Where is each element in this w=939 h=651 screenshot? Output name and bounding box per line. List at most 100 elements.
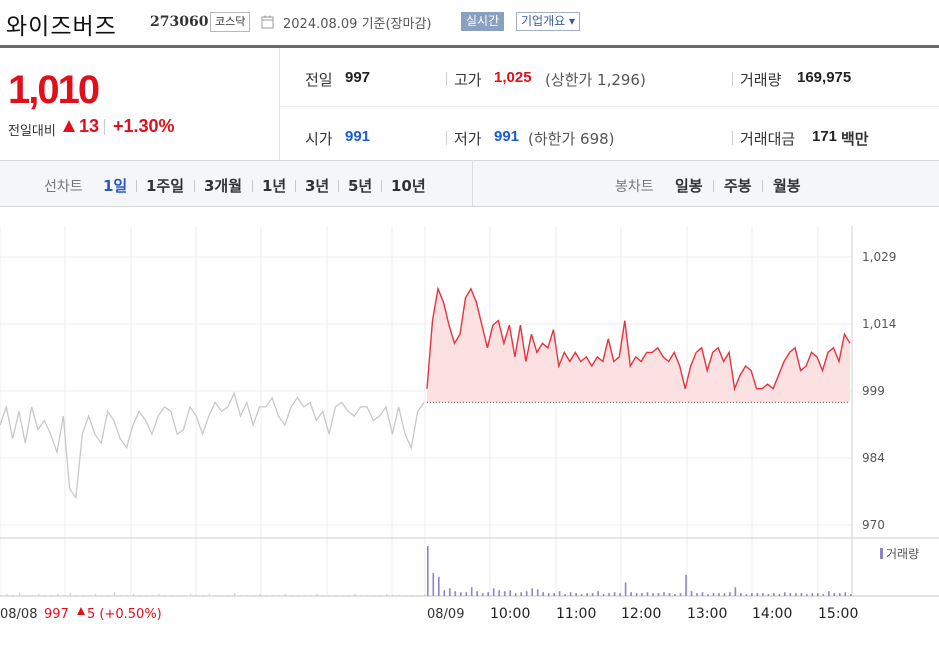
- volume-bar-today: [668, 593, 671, 596]
- volume-bar-today: [427, 546, 429, 596]
- volume-bar-today: [729, 592, 731, 596]
- volume-bar-prev: [234, 593, 236, 596]
- volume-bar-prev: [360, 595, 362, 596]
- prev-close-value: 997: [44, 607, 69, 622]
- volume-bar-today: [701, 592, 704, 596]
- volume-bar-prev: [348, 595, 350, 596]
- tab-daily-candle[interactable]: 일봉: [675, 175, 703, 196]
- volume-bar-prev: [63, 595, 65, 596]
- tab-weekly-candle[interactable]: 주봉: [724, 175, 752, 196]
- volume-bar-today: [503, 591, 506, 596]
- volume-bar-today: [811, 593, 814, 596]
- volume-bar-prev: [82, 595, 84, 596]
- high-label: 고가: [454, 71, 482, 89]
- change-separator: [104, 119, 105, 135]
- low-label: 저가: [454, 130, 482, 148]
- tab-separator: [194, 180, 195, 192]
- volume-bar-today: [624, 582, 627, 596]
- volume-bar-today: [756, 593, 759, 596]
- volume-bar-today: [707, 594, 709, 596]
- volume-bar-today: [564, 594, 566, 596]
- volume-bar-today: [481, 593, 484, 596]
- market-badge: 코스닥: [210, 12, 251, 32]
- volume-bar-prev: [316, 594, 318, 596]
- volume-bar-prev: [75, 595, 78, 596]
- realtime-badge[interactable]: 실시간: [461, 12, 505, 31]
- tab-separator: [381, 180, 382, 192]
- stats-separator: [446, 72, 447, 86]
- volume-bar-today: [690, 591, 693, 596]
- current-price: 1,010: [8, 68, 100, 112]
- calendar-icon: [261, 15, 274, 29]
- y-tick-label: 1,014: [862, 317, 896, 331]
- stock-code: 273060: [150, 14, 209, 30]
- chart-grid: [0, 226, 939, 597]
- volume-bar-today: [525, 591, 528, 596]
- tab-monthly-candle[interactable]: 월봉: [773, 175, 801, 196]
- volume-bar-today: [795, 593, 797, 596]
- tab-1day[interactable]: 1일: [103, 175, 127, 196]
- volume-bar-prev: [291, 595, 293, 596]
- amount-label: 거래대금: [740, 130, 796, 148]
- company-overview-button[interactable]: 기업개요 ▾: [516, 12, 580, 31]
- volume-bar-today: [646, 592, 649, 596]
- y-tick-label: 970: [862, 518, 885, 532]
- stats-separator: [446, 131, 447, 145]
- volume-bar-prev: [94, 594, 97, 596]
- tab-3month[interactable]: 3개월: [204, 175, 242, 196]
- volume-bar-prev: [158, 594, 160, 596]
- volume-bar-prev: [183, 595, 185, 596]
- x-tick-label: 15:00: [818, 606, 858, 622]
- tab-10year[interactable]: 10년: [391, 175, 426, 196]
- volume-bar-prev: [19, 593, 21, 596]
- prev-day-series: [0, 391, 425, 500]
- volume-bar-today: [487, 592, 489, 596]
- tab-5year[interactable]: 5년: [348, 175, 372, 196]
- volume-bar-today: [674, 594, 676, 596]
- volume-bar-today: [630, 592, 632, 596]
- volume-bar-prev: [398, 595, 400, 596]
- volume-bar-prev: [329, 595, 331, 596]
- volume-bar-today: [822, 594, 825, 596]
- volume-bar-today: [443, 590, 446, 596]
- x-tick-label: 14:00: [752, 606, 792, 622]
- volume-bar-today: [817, 593, 819, 596]
- tab-3year[interactable]: 3년: [305, 175, 329, 196]
- amount-value: 171: [812, 128, 838, 145]
- change-label: 전일대비: [8, 124, 56, 139]
- volume-bar-today: [465, 592, 468, 596]
- open-label: 시가: [305, 130, 333, 148]
- volume-bar-today: [789, 593, 792, 596]
- lower-limit: (하한가 698): [528, 130, 615, 148]
- header-rule: [0, 45, 939, 48]
- volume-bar-today: [542, 592, 544, 596]
- volume-bar-prev: [373, 595, 375, 596]
- tab-separator: [762, 180, 763, 192]
- stats-separator: [732, 72, 733, 86]
- volume-label: 거래량: [740, 71, 782, 89]
- volume-bar-prev: [253, 595, 255, 596]
- volume-bar-prev: [278, 595, 280, 596]
- volume-bar-prev: [38, 594, 40, 596]
- volume-bar-prev: [379, 595, 381, 596]
- volume-bar-today: [498, 590, 500, 596]
- volume-bar-today: [531, 588, 533, 596]
- volume-bar-today: [641, 593, 643, 596]
- volume-bar-today: [492, 588, 495, 596]
- volume-bar-prev: [367, 595, 369, 596]
- prev-close-label: 전일: [305, 71, 333, 89]
- volume-bar-today: [850, 594, 852, 596]
- candle-chart-label: 봉차트: [615, 179, 654, 195]
- tab-1week[interactable]: 1주일: [146, 175, 184, 196]
- tab-separator: [338, 180, 339, 192]
- prev-close-value: 997: [345, 69, 371, 86]
- volume-bar-prev: [44, 595, 46, 596]
- volume-bar-today: [723, 593, 726, 596]
- volume-bar-prev: [69, 593, 71, 596]
- volume-chart: 거래량: [0, 546, 919, 596]
- tab-1year[interactable]: 1년: [262, 175, 286, 196]
- volume-bar-prev: [196, 595, 198, 596]
- volume-bar-prev: [50, 595, 52, 596]
- volume-bar-today: [509, 590, 511, 596]
- tab-group-divider: [472, 161, 473, 206]
